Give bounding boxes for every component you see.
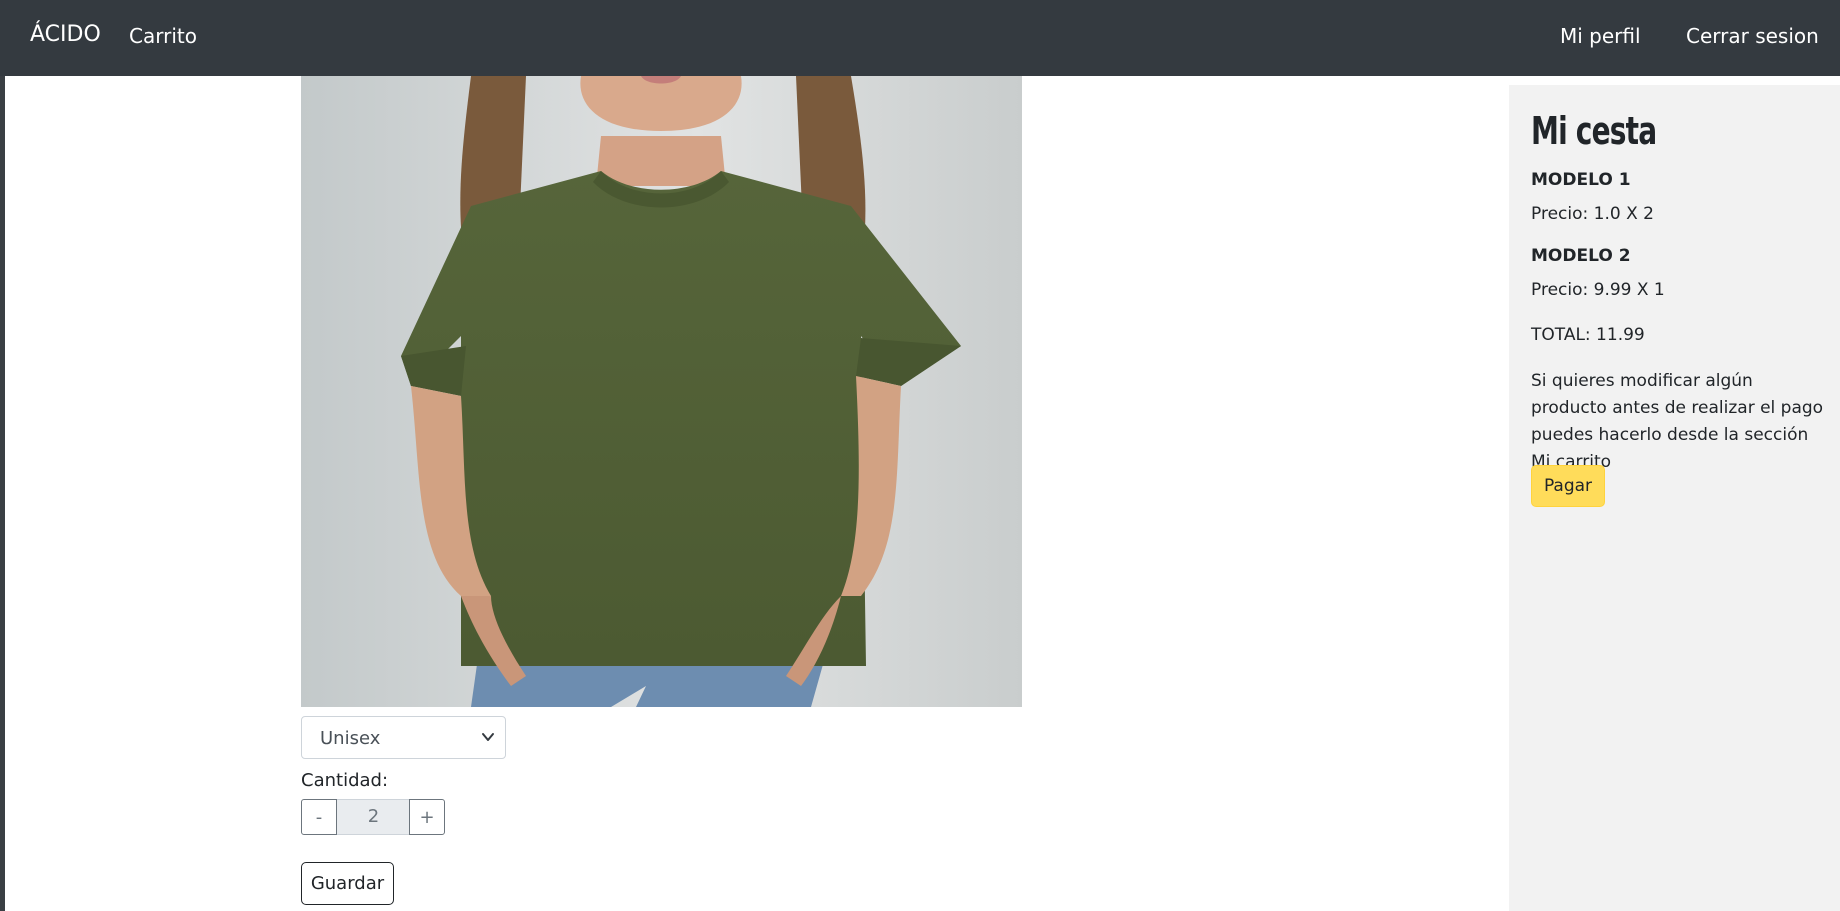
nav-link-logout[interactable]: Cerrar sesion [1686, 24, 1819, 48]
cart-item-name: MODELO 1 [1531, 170, 1631, 190]
chevron-down-icon [482, 733, 494, 741]
quantity-stepper: - 2 + [301, 799, 446, 835]
gender-select-value: Unisex [320, 728, 381, 749]
cart-item-price: Precio: 9.99 X 1 [1531, 280, 1665, 300]
brand-logo[interactable]: ÁCIDO [30, 22, 101, 47]
quantity-input[interactable]: 2 [337, 799, 410, 835]
gender-select[interactable]: Unisex [301, 716, 506, 759]
increase-quantity-button[interactable]: + [409, 799, 445, 835]
navbar: ÁCIDO Carrito Mi perfil Cerrar sesion [0, 0, 1840, 76]
decrease-quantity-button[interactable]: - [301, 799, 337, 835]
pay-button[interactable]: Pagar [1531, 465, 1605, 507]
cart-panel: Mi cesta MODELO 1 Precio: 1.0 X 2 MODELO… [1509, 85, 1840, 911]
save-button[interactable]: Guardar [301, 862, 394, 905]
cart-item-name: MODELO 2 [1531, 246, 1631, 266]
quantity-label: Cantidad: [301, 770, 389, 791]
nav-link-profile[interactable]: Mi perfil [1560, 24, 1641, 48]
cart-title: Mi cesta [1531, 109, 1657, 153]
product-image [301, 76, 1022, 707]
nav-link-cart[interactable]: Carrito [129, 24, 197, 48]
window-edge [0, 0, 5, 911]
cart-item-price: Precio: 1.0 X 2 [1531, 204, 1654, 224]
cart-note: Si quieres modificar algún producto ante… [1531, 371, 1824, 472]
cart-total: TOTAL: 11.99 [1531, 325, 1645, 345]
